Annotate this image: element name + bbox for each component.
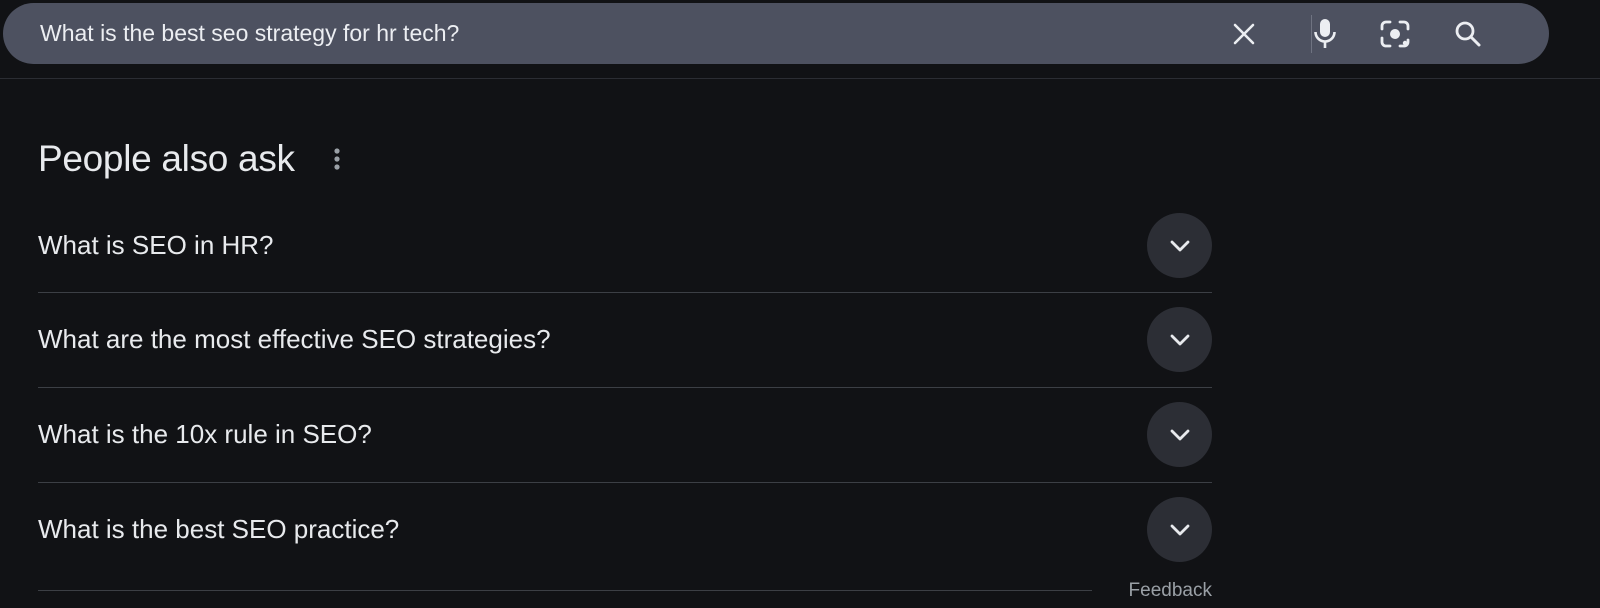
feedback-link[interactable]: Feedback bbox=[1129, 580, 1212, 602]
chevron-down-icon[interactable] bbox=[1147, 213, 1212, 278]
paa-question[interactable]: What is SEO in HR? bbox=[38, 198, 1212, 293]
header-divider bbox=[0, 78, 1600, 79]
chevron-down-icon[interactable] bbox=[1147, 497, 1212, 562]
chevron-down-icon[interactable] bbox=[1147, 307, 1212, 372]
lens-camera-icon[interactable] bbox=[1376, 15, 1413, 52]
close-icon[interactable] bbox=[1225, 15, 1262, 52]
paa-question[interactable]: What is the best SEO practice? bbox=[38, 482, 1212, 577]
search-results-page: What is the best seo strategy for hr tec… bbox=[0, 0, 1600, 608]
search-query-text[interactable]: What is the best seo strategy for hr tec… bbox=[40, 3, 459, 64]
paa-question-text: What is the 10x rule in SEO? bbox=[38, 419, 372, 449]
paa-divider bbox=[38, 590, 1092, 591]
paa-question[interactable]: What are the most effective SEO strategi… bbox=[38, 292, 1212, 387]
search-icon[interactable] bbox=[1449, 15, 1486, 52]
paa-question-text: What is the best SEO practice? bbox=[38, 514, 400, 544]
more-vert-icon[interactable] bbox=[325, 139, 349, 179]
paa-question[interactable]: What is the 10x rule in SEO? bbox=[38, 387, 1212, 482]
paa-question-text: What are the most effective SEO strategi… bbox=[38, 324, 551, 354]
search-bar[interactable]: What is the best seo strategy for hr tec… bbox=[3, 3, 1549, 64]
paa-question-text: What is SEO in HR? bbox=[38, 230, 274, 260]
chevron-down-icon[interactable] bbox=[1147, 402, 1212, 467]
microphone-icon[interactable] bbox=[1306, 15, 1343, 52]
paa-title: People also ask bbox=[38, 138, 295, 179]
paa-header: People also ask bbox=[38, 134, 349, 184]
